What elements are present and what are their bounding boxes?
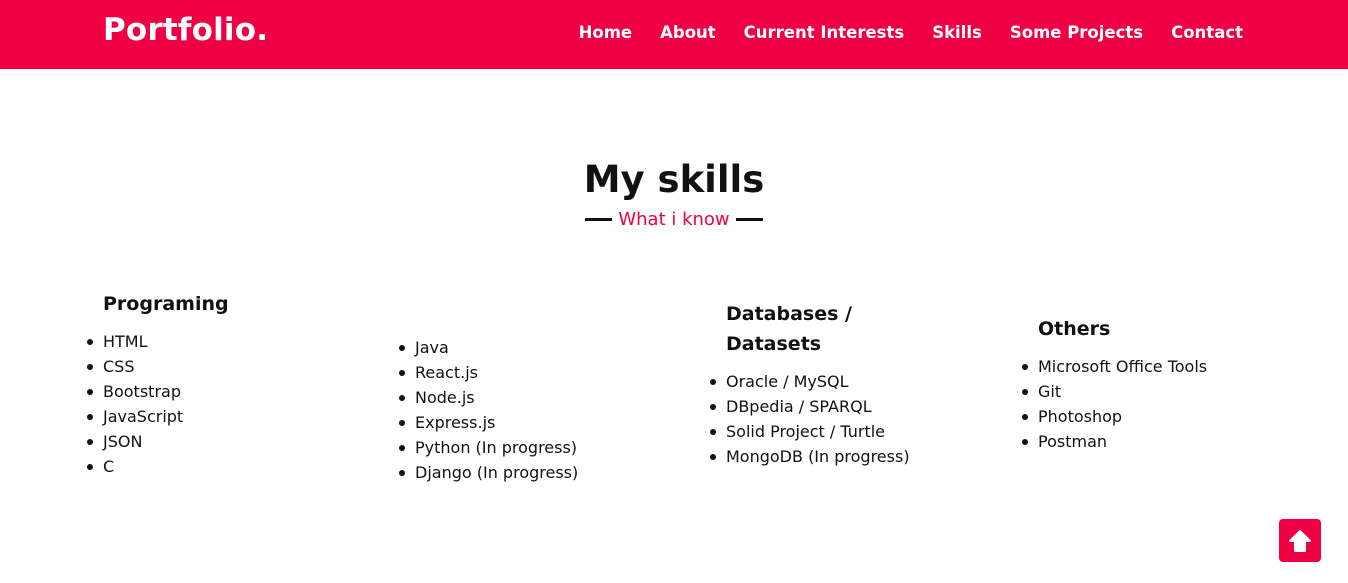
section-subtitle: What i know (618, 209, 730, 230)
skill-item: Python (In progress) (398, 435, 578, 460)
skill-item: Django (In progress) (398, 460, 578, 485)
skill-item: HTML (87, 329, 229, 354)
skills-list-databases: Oracle / MySQL DBpedia / SPARQL Solid Pr… (710, 369, 910, 469)
divider-left (585, 218, 613, 221)
skill-item: Bootstrap (87, 379, 229, 404)
nav-item-about[interactable]: About (660, 23, 716, 42)
column-heading-programing: Programing (103, 293, 229, 315)
skill-item: CSS (87, 354, 229, 379)
brand-logo[interactable]: Portfolio. (103, 12, 268, 48)
skill-item: Java (398, 335, 578, 360)
column-heading-databases-line1: Databases / (726, 303, 852, 325)
skill-item: Oracle / MySQL (710, 369, 910, 394)
skills-column-programing-continued: Java React.js Node.js Express.js Python … (398, 335, 578, 485)
scroll-to-top-button[interactable] (1279, 519, 1321, 562)
skill-item: JavaScript (87, 404, 229, 429)
arrow-up-icon (1289, 529, 1311, 552)
skills-list-programing: HTML CSS Bootstrap JavaScript JSON C (87, 329, 229, 479)
column-heading-databases: Databases / Datasets (726, 299, 910, 359)
skill-item: Postman (1021, 429, 1207, 454)
skill-item: JSON (87, 429, 229, 454)
skill-item: Express.js (398, 410, 578, 435)
skill-item: Git (1021, 379, 1207, 404)
skill-item: React.js (398, 360, 578, 385)
skill-item: Node.js (398, 385, 578, 410)
skill-item: C (87, 454, 229, 479)
skills-list-others: Microsoft Office Tools Git Photoshop Pos… (1021, 354, 1207, 454)
skills-column-databases: Databases / Datasets Oracle / MySQL DBpe… (710, 299, 910, 469)
nav-menu: Home About Current Interests Skills Some… (579, 23, 1243, 42)
column-heading-others: Others (1038, 318, 1111, 340)
nav-item-home[interactable]: Home (579, 23, 633, 42)
nav-item-current-interests[interactable]: Current Interests (744, 23, 905, 42)
skills-column-others: Others Microsoft Office Tools Git Photos… (1021, 314, 1207, 454)
skill-item: Solid Project / Turtle (710, 419, 910, 444)
skill-item: Microsoft Office Tools (1021, 354, 1207, 379)
section-title: My skills (583, 158, 765, 201)
nav-item-some-projects[interactable]: Some Projects (1010, 23, 1143, 42)
nav-item-skills[interactable]: Skills (932, 23, 982, 42)
divider-right (735, 218, 763, 221)
nav-item-contact[interactable]: Contact (1171, 23, 1243, 42)
skills-column-programing: Programing HTML CSS Bootstrap JavaScript… (87, 289, 229, 479)
skill-item: Photoshop (1021, 404, 1207, 429)
column-heading-databases-line2: Datasets (726, 333, 822, 355)
skill-item: DBpedia / SPARQL (710, 394, 910, 419)
navbar: Portfolio. Home About Current Interests … (0, 0, 1348, 69)
section-subtitle-row: What i know (0, 209, 1348, 230)
skills-list-programing-continued: Java React.js Node.js Express.js Python … (398, 335, 578, 485)
skill-item: MongoDB (In progress) (710, 444, 910, 469)
